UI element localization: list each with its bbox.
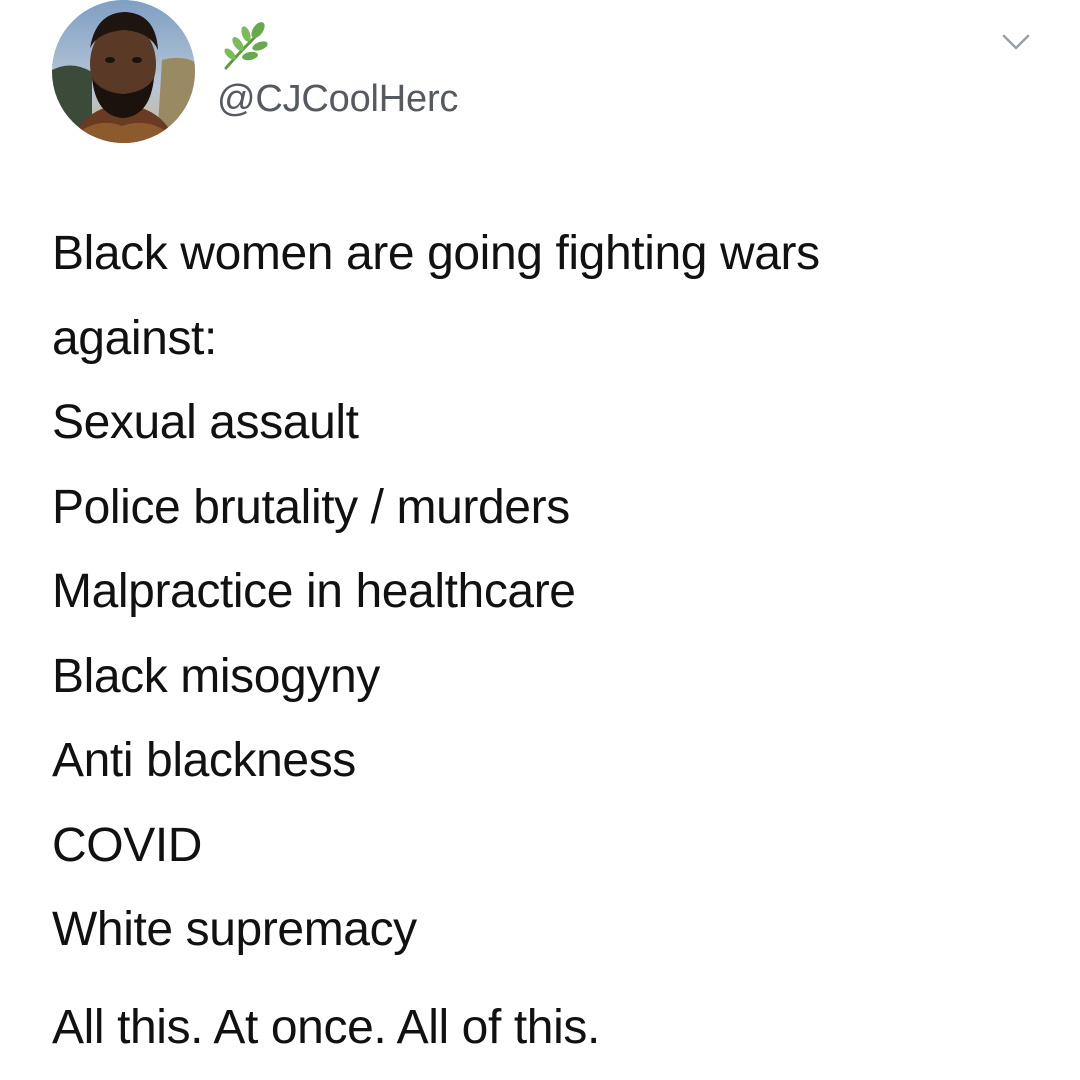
- avatar-photo: [52, 0, 195, 143]
- user-handle[interactable]: @CJCoolHerc: [217, 77, 458, 121]
- leaf-sprig-icon: [224, 22, 268, 70]
- tweet-line: COVID: [52, 818, 203, 872]
- tweet-line: Anti blackness: [52, 734, 356, 787]
- chevron-down-icon[interactable]: [998, 28, 1034, 56]
- tweet-line: against:: [52, 311, 217, 365]
- tweet-line: Police brutality / murders: [52, 480, 570, 534]
- tweet-text: Black women are going fighting wars agai…: [52, 212, 1052, 973]
- tweet-line: Sexual assault: [52, 396, 359, 449]
- tweet-closing-line: All this. At once. All of this.: [52, 1001, 600, 1054]
- tweet-line: Malpractice in healthcare: [52, 565, 576, 618]
- avatar[interactable]: [52, 0, 195, 143]
- tweet-line: Black women are going fighting wars: [52, 227, 820, 280]
- tweet-card: @CJCoolHerc Black women are going fighti…: [0, 0, 1080, 1080]
- tweet-line: Black misogyny: [52, 649, 380, 703]
- tweet-line: White supremacy: [52, 903, 417, 956]
